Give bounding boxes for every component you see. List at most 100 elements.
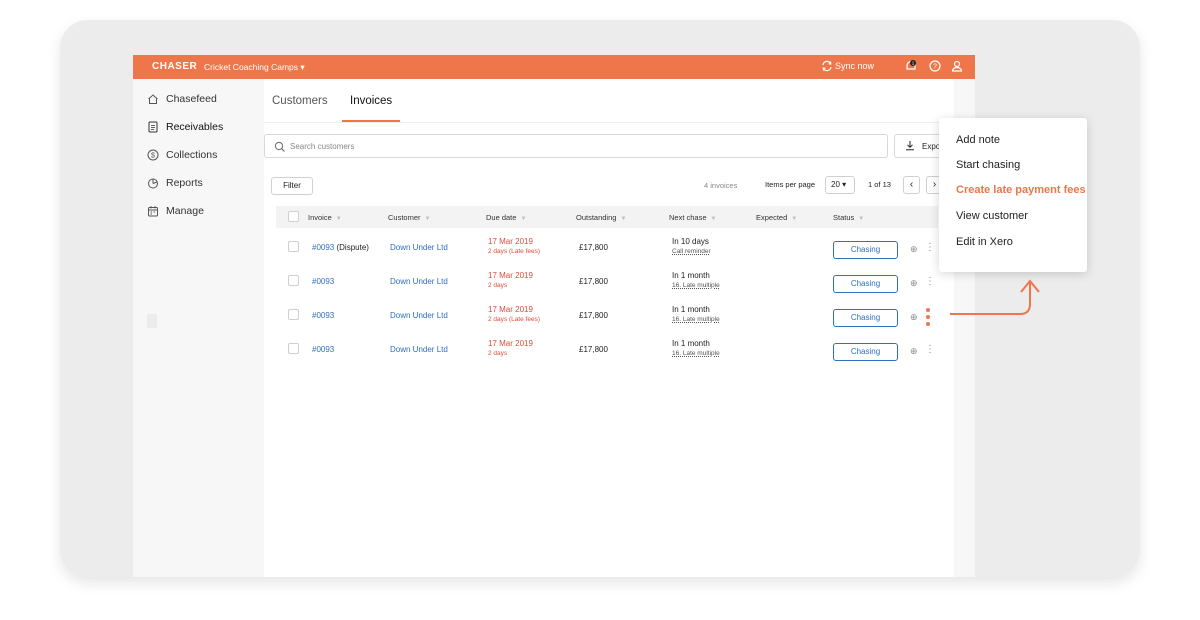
sidebar-item-reports[interactable]: Reports xyxy=(147,175,203,191)
sidebar-item-chasefeed[interactable]: Chasefeed xyxy=(147,91,217,107)
sort-icon: ▼ xyxy=(858,216,865,222)
header-outstanding[interactable]: Outstanding ▼ xyxy=(576,213,626,222)
menu-item-start-chasing[interactable]: Start chasing xyxy=(956,159,1020,171)
download-icon xyxy=(905,140,915,154)
row-checkbox[interactable] xyxy=(288,309,299,320)
user-account-icon[interactable] xyxy=(950,59,964,73)
items-per-page-label: Items per page xyxy=(765,180,816,189)
calendar-icon xyxy=(147,205,159,217)
zoom-in-icon[interactable]: ⊕ xyxy=(910,244,918,255)
customer-link[interactable]: Down Under Ltd xyxy=(390,345,448,354)
sort-icon: ▼ xyxy=(335,216,342,222)
sidebar-item-label: Reports xyxy=(166,177,203,189)
header-expected[interactable]: Expected ▼ xyxy=(756,213,797,222)
sidebar-item-manage[interactable]: Manage xyxy=(147,203,204,219)
zoom-in-icon[interactable]: ⊕ xyxy=(910,278,918,289)
export-label: Expo xyxy=(922,142,941,151)
next-chase: In 1 month 16. Late multiple xyxy=(672,305,720,323)
customer-link[interactable]: Down Under Ltd xyxy=(390,311,448,320)
items-per-page-select[interactable]: 20 ▾ xyxy=(825,176,855,194)
header-due-date[interactable]: Due date ▼ xyxy=(486,213,526,222)
row-checkbox[interactable] xyxy=(288,241,299,252)
svg-text:$: $ xyxy=(151,153,155,160)
header-customer[interactable]: Customer ▼ xyxy=(388,213,430,222)
menu-item-edit-in-xero[interactable]: Edit in Xero xyxy=(956,236,1013,248)
due-date: 17 Mar 2019 2 days xyxy=(488,339,533,357)
row-checkbox[interactable] xyxy=(288,343,299,354)
invoice-link[interactable]: #0093 xyxy=(312,311,334,320)
outstanding-amount: £17,800 xyxy=(579,311,608,320)
search-input[interactable]: Search customers xyxy=(264,134,888,158)
svg-text:?: ? xyxy=(933,64,937,71)
more-options-icon[interactable]: ⋮ xyxy=(925,345,935,355)
customer-link[interactable]: Down Under Ltd xyxy=(390,277,448,286)
app-window: CHASER Cricket Coaching Camps ▾ Sync now… xyxy=(133,55,975,577)
sort-icon: ▼ xyxy=(791,216,798,222)
status-chasing-button[interactable]: Chasing xyxy=(833,309,898,327)
invoice-link[interactable]: #0093 xyxy=(312,345,334,354)
menu-item-add-note[interactable]: Add note xyxy=(956,134,1000,146)
status-chasing-button[interactable]: Chasing xyxy=(833,275,898,293)
dollar-circle-icon: $ xyxy=(147,149,159,161)
organisation-switcher[interactable]: Cricket Coaching Camps ▾ xyxy=(204,62,305,73)
help-icon[interactable]: ? xyxy=(928,59,942,73)
main-content: Customers Invoices Search customers Expo… xyxy=(264,79,954,577)
header-invoice[interactable]: Invoice ▼ xyxy=(308,213,342,222)
tab-customers[interactable]: Customers xyxy=(272,95,328,107)
sidebar-item-label: Receivables xyxy=(166,121,224,133)
sort-icon: ▼ xyxy=(424,216,431,222)
invoice-link[interactable]: #0093 xyxy=(312,277,334,286)
table-row[interactable]: #0093 (Dispute) Down Under Ltd 17 Mar 20… xyxy=(276,234,938,268)
menu-item-create-late-payment-fees[interactable]: Create late payment fees xyxy=(956,184,1086,196)
invoice-link[interactable]: #0093 xyxy=(312,243,334,252)
document-icon xyxy=(147,121,159,133)
more-options-icon[interactable]: ⋮ xyxy=(925,277,935,287)
tab-divider xyxy=(264,122,954,123)
invoice-count: 4 invoices xyxy=(704,181,738,190)
more-options-icon-active[interactable] xyxy=(925,308,931,329)
select-all-checkbox[interactable] xyxy=(288,211,299,222)
sync-now-button[interactable]: Sync now xyxy=(835,61,874,71)
search-icon xyxy=(274,140,286,152)
outstanding-amount: £17,800 xyxy=(579,243,608,252)
pagination-status: 1 of 13 xyxy=(868,180,891,189)
status-chasing-button[interactable]: Chasing xyxy=(833,343,898,361)
notification-bell-icon[interactable]: 1 xyxy=(904,59,918,73)
sidebar-placeholder xyxy=(147,314,157,328)
table-header: Invoice ▼ Customer ▼ Due date ▼ Outstanding… xyxy=(276,206,938,228)
table-row[interactable]: #0093 Down Under Ltd 17 Mar 2019 2 days £… xyxy=(276,336,938,370)
context-menu: Add note Start chasing Create late payme… xyxy=(939,118,1087,272)
sidebar-item-label: Manage xyxy=(166,205,204,217)
invoice-note: (Dispute) xyxy=(334,243,369,252)
sort-icon: ▼ xyxy=(520,216,527,222)
zoom-in-icon[interactable]: ⊕ xyxy=(910,346,918,357)
filter-button[interactable]: Filter xyxy=(271,177,313,195)
table-row[interactable]: #0093 Down Under Ltd 17 Mar 2019 2 days (… xyxy=(276,302,938,336)
sort-icon: ▼ xyxy=(620,216,627,222)
top-bar: CHASER Cricket Coaching Camps ▾ Sync now… xyxy=(133,55,975,79)
sort-icon: ▼ xyxy=(710,216,717,222)
sync-icon[interactable] xyxy=(820,59,834,73)
next-chase: In 1 month 16. Late multiple xyxy=(672,271,720,289)
sidebar: Chasefeed Receivables $ Collections Repo… xyxy=(133,79,264,577)
brand-logo[interactable]: CHASER xyxy=(152,61,197,72)
customer-link[interactable]: Down Under Ltd xyxy=(390,243,448,252)
outstanding-amount: £17,800 xyxy=(579,345,608,354)
sidebar-item-label: Chasefeed xyxy=(166,93,217,105)
search-placeholder: Search customers xyxy=(290,142,355,151)
tab-invoices[interactable]: Invoices xyxy=(350,95,392,107)
outstanding-amount: £17,800 xyxy=(579,277,608,286)
previous-page-button[interactable]: ‹ xyxy=(903,176,920,194)
more-options-icon[interactable]: ⋮ xyxy=(925,243,935,253)
header-status[interactable]: Status ▼ xyxy=(833,213,864,222)
status-chasing-button[interactable]: Chasing xyxy=(833,241,898,259)
zoom-in-icon[interactable]: ⊕ xyxy=(910,312,918,323)
due-date: 17 Mar 2019 2 days (Late fees) xyxy=(488,237,541,255)
due-date: 17 Mar 2019 2 days (Late fees) xyxy=(488,305,541,323)
sidebar-item-receivables[interactable]: Receivables xyxy=(147,119,223,135)
row-checkbox[interactable] xyxy=(288,275,299,286)
header-next-chase[interactable]: Next chase ▼ xyxy=(669,213,716,222)
sidebar-item-collections[interactable]: $ Collections xyxy=(147,147,217,163)
menu-item-view-customer[interactable]: View customer xyxy=(956,210,1028,222)
table-row[interactable]: #0093 Down Under Ltd 17 Mar 2019 2 days £… xyxy=(276,268,938,302)
